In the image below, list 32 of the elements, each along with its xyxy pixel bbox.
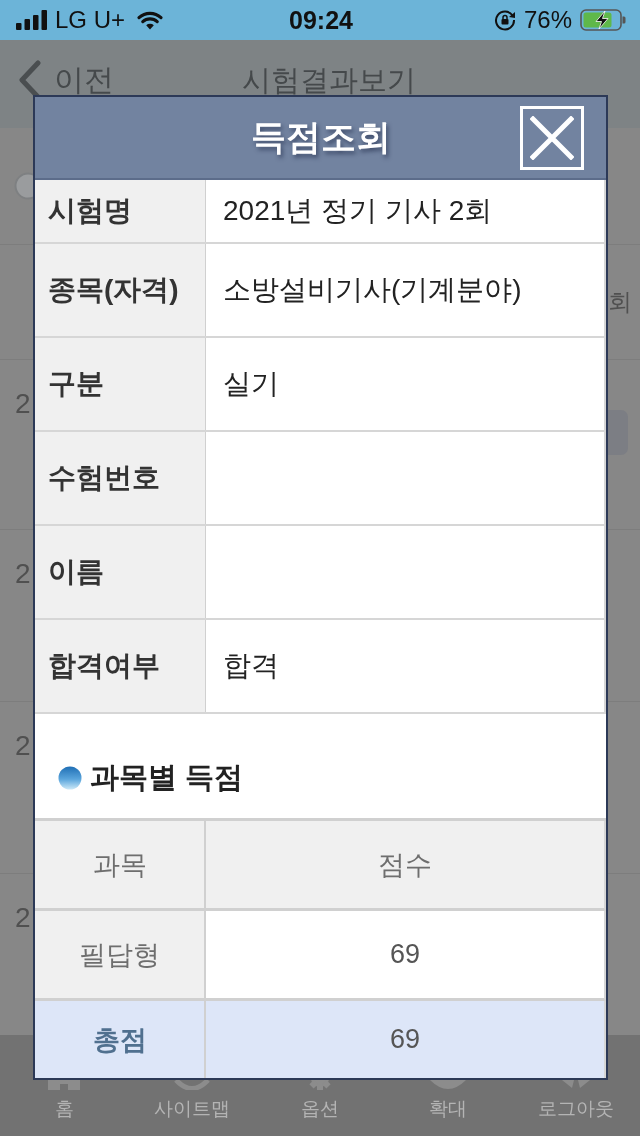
signal-icon: [16, 10, 48, 30]
column-header: 과목: [35, 821, 206, 908]
battery-percent: 76%: [523, 6, 572, 34]
total-score-cell: 69: [206, 1001, 604, 1078]
total-label-cell: 총점: [35, 1001, 206, 1078]
bullet-icon: [58, 766, 82, 790]
page-title: 시험결과보기: [242, 63, 416, 97]
section-heading: 과목별 득점: [90, 760, 244, 795]
tab-bar-item[interactable]: 로그아웃: [538, 1080, 614, 1120]
tab-bar-item[interactable]: 사이트맵: [154, 1080, 230, 1120]
field-label: 구분: [35, 338, 206, 430]
column-header: 점수: [206, 821, 604, 908]
ring-icon: [173, 1080, 211, 1090]
clock-time: 09:24: [289, 6, 353, 34]
field-label: 시험명: [35, 180, 206, 242]
wifi-icon: [136, 10, 165, 30]
tab-bar-item[interactable]: 확대: [428, 1080, 468, 1120]
home-icon: [46, 1080, 82, 1090]
battery-charging-icon: [580, 9, 626, 31]
rotation-lock-icon: [493, 9, 516, 31]
close-icon: [530, 115, 574, 160]
row-button[interactable]: [606, 410, 628, 455]
field-label: 종목(자격): [35, 244, 206, 336]
dialog-title: 득점조회: [250, 116, 391, 158]
carrier-name: LG U+: [55, 6, 126, 34]
back-button[interactable]: 이전: [18, 60, 114, 100]
field-label: 합격여부: [35, 620, 206, 712]
subject-name-cell: 필답형: [35, 911, 206, 998]
field-label: 이름: [35, 526, 206, 618]
tab-bar-item[interactable]: 홈: [46, 1080, 82, 1120]
field-label: 수험번호: [35, 432, 206, 524]
close-button[interactable]: [520, 105, 584, 170]
